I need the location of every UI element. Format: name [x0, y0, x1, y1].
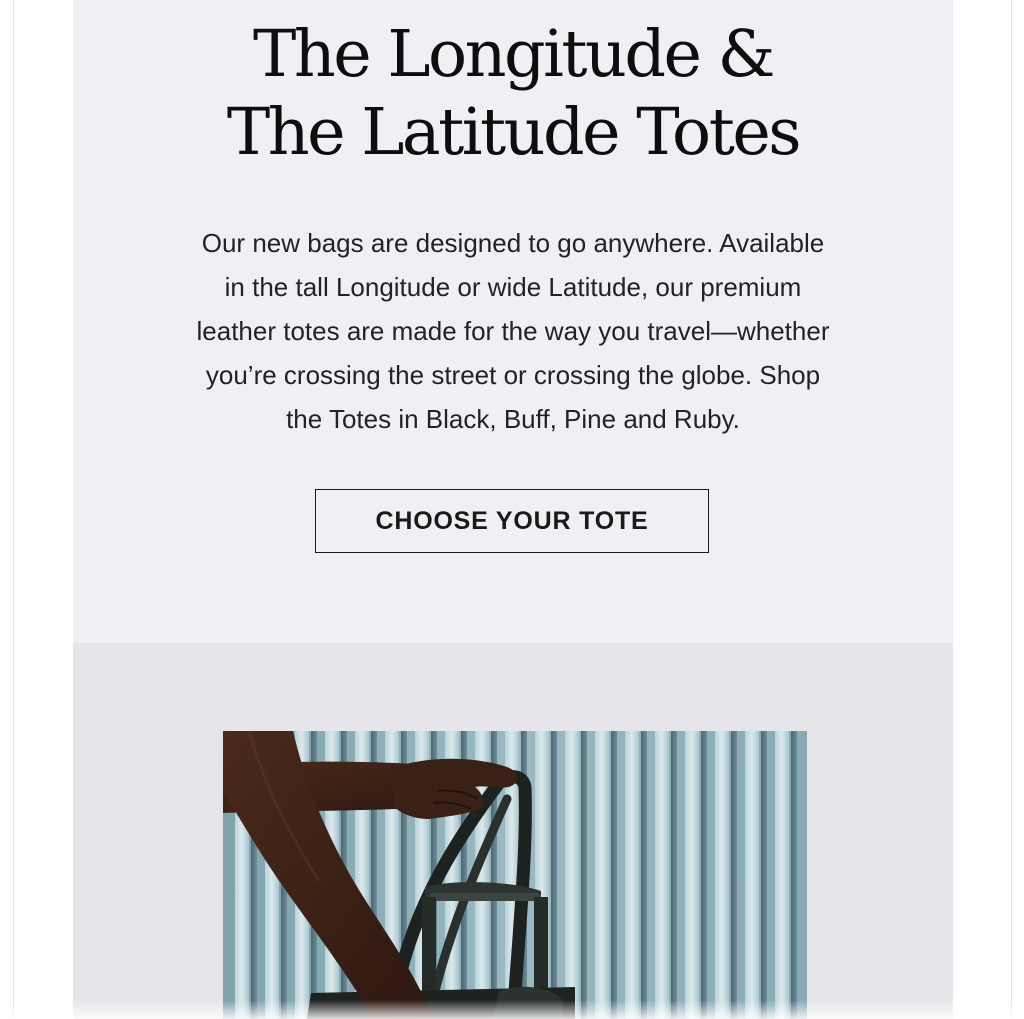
hero-description-line: in the tall Longitude or wide Latitude, … [224, 272, 802, 302]
hero-section: The Longitude & The Latitude Totes Our n… [73, 0, 953, 643]
tote-bag-photo[interactable] [223, 731, 807, 1019]
product-image-section [73, 643, 953, 1019]
choose-your-tote-button[interactable]: CHOOSE YOUR TOTE [315, 489, 709, 553]
hero-description-line: the Totes in Black, Buff, Pine and Ruby. [286, 404, 740, 434]
email-viewport: The Longitude & The Latitude Totes Our n… [0, 0, 1024, 1019]
hero-description-line: Our new bags are designed to go anywhere… [201, 228, 825, 258]
left-divider [13, 0, 14, 1019]
bottom-fade [0, 1000, 1024, 1019]
hero-title-line-1: The Longitude & [253, 17, 775, 92]
hero-description-line: you’re crossing the street or crossing t… [205, 360, 821, 390]
email-content: The Longitude & The Latitude Totes Our n… [73, 0, 953, 1019]
hero-description-line: leather totes are made for the way you t… [196, 316, 830, 346]
hero-title-line-2: The Latitude Totes [226, 95, 802, 170]
hero-title: The Longitude & The Latitude Totes [73, 16, 953, 172]
hero-description: Our new bags are designed to go anywhere… [143, 221, 883, 441]
right-divider [1011, 0, 1012, 1019]
